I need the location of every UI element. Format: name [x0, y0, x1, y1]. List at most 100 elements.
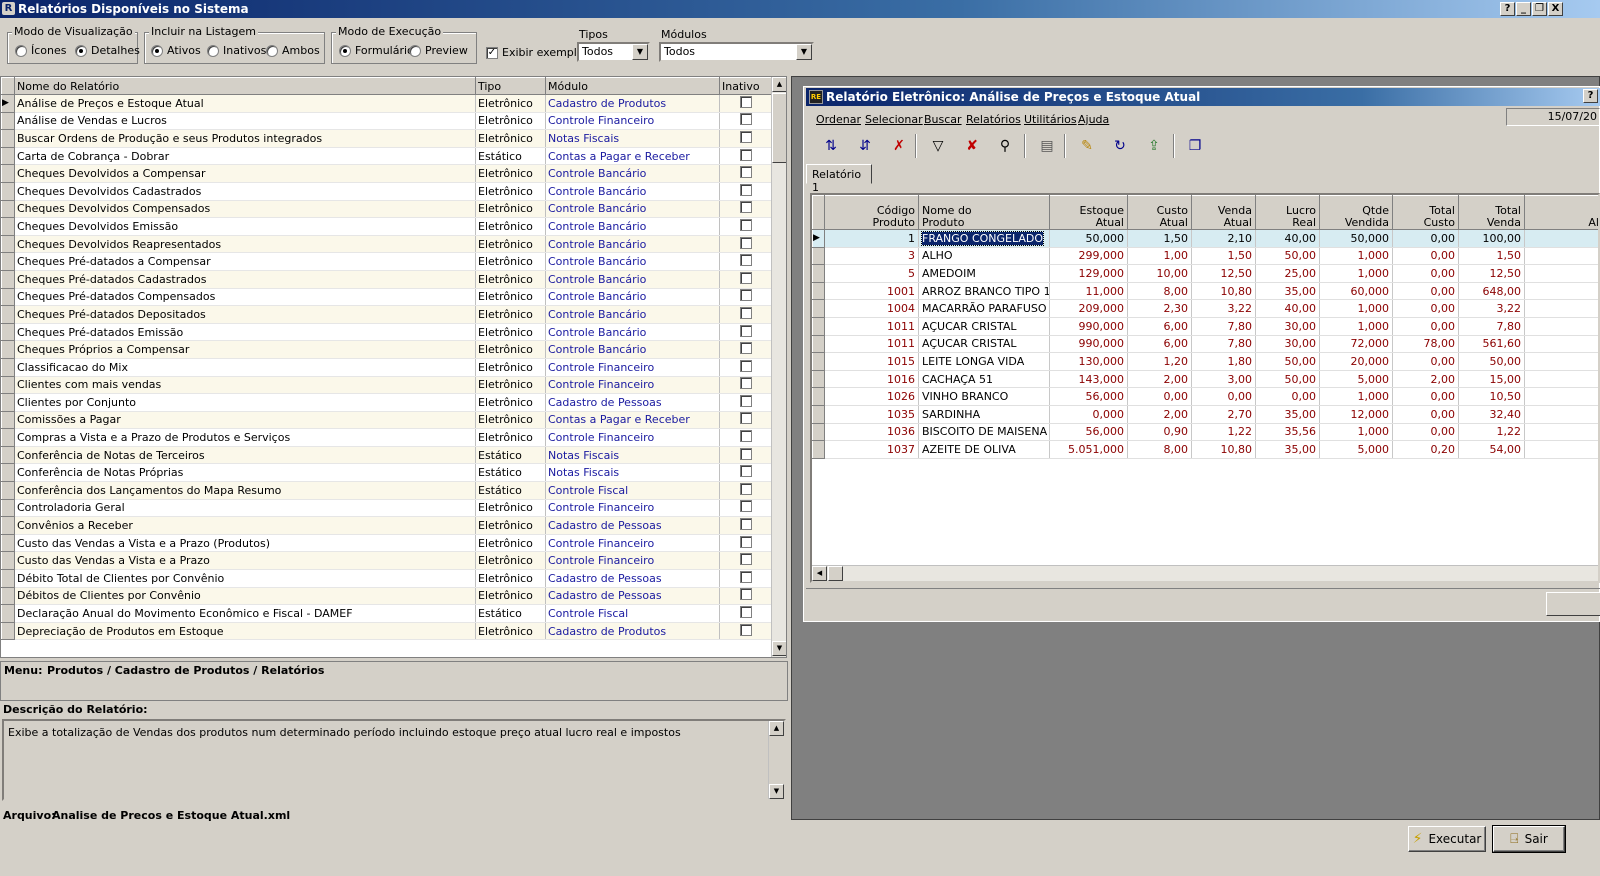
description-box[interactable]: Exibe a totalização de Vendas dos produt…: [2, 719, 786, 801]
inactive-checkbox[interactable]: [739, 271, 752, 284]
preview-col-header[interactable]: Estoque Atual: [1049, 195, 1128, 230]
types-select[interactable]: Todos ▼: [577, 42, 650, 62]
inactive-checkbox[interactable]: [739, 342, 752, 355]
clear-sort-icon[interactable]: ✗: [887, 134, 911, 158]
report-row[interactable]: Clientes por Conjunto Eletrônico Cadastro …: [1, 393, 772, 412]
preview-col-header[interactable]: Lucro Real: [1255, 195, 1320, 230]
report-row[interactable]: Buscar Ordens de Produção e seus Produto…: [1, 129, 772, 148]
inactive-checkbox[interactable]: [739, 482, 752, 495]
inactive-checkbox[interactable]: [739, 201, 752, 214]
preview-row[interactable]: 1016 CACHAÇA 51 143,000 2,00 3,00 50,00 5,000 2…: [812, 369, 1598, 389]
inactive-checkbox[interactable]: [739, 254, 752, 267]
scroll-down-icon[interactable]: ▼: [769, 784, 784, 799]
execute-button[interactable]: ⚡ Executar: [1408, 826, 1486, 852]
scroll-down-icon[interactable]: ▼: [772, 641, 786, 656]
preview-row[interactable]: 1026 VINHO BRANCO 56,000 0,00 0,00 0,00 1,000 0…: [812, 387, 1598, 406]
report-row[interactable]: Custo das Vendas a Vista e a Prazo Eletrô…: [1, 551, 772, 571]
report-row[interactable]: Cheques Devolvidos Cadastrados Eletrônico…: [1, 181, 772, 201]
filter-icon[interactable]: ▽: [926, 134, 950, 158]
report-row[interactable]: Cheques Devolvidos Compensados Eletrônico…: [1, 199, 772, 219]
inactive-checkbox[interactable]: [739, 412, 752, 425]
report-row[interactable]: Conferência de Notas de Terceiros Estátic…: [1, 445, 772, 465]
report-row[interactable]: Débito Total de Clientes por Convênio Ele…: [1, 569, 772, 588]
inactive-checkbox[interactable]: [739, 394, 752, 407]
report-row[interactable]: Cheques Pré-datados Compensados Eletrônic…: [1, 287, 772, 307]
exit-button[interactable]: ⍈ Sair: [1492, 825, 1566, 853]
inactive-checkbox[interactable]: [739, 535, 752, 548]
report-row[interactable]: Controladoria Geral Eletrônico Controle Fi…: [1, 498, 772, 518]
inactive-checkbox[interactable]: [739, 359, 752, 372]
inactive-checkbox[interactable]: [739, 623, 752, 636]
col-header-inactive[interactable]: Inativo: [719, 77, 772, 95]
inactive-checkbox[interactable]: [739, 236, 752, 249]
preview-col-header[interactable]: Qtde Vendida: [1319, 195, 1393, 230]
export-icon[interactable]: ⇪: [1142, 134, 1166, 158]
report-row[interactable]: Cheques Devolvidos a Compensar Eletrônico…: [1, 164, 772, 183]
report-row[interactable]: Cheques Pré-datados Cadastrados Eletrônic…: [1, 269, 772, 289]
col-header-name[interactable]: Nome do Relatório: [14, 77, 476, 95]
inactive-checkbox[interactable]: [739, 377, 752, 390]
report-row[interactable]: Cheques Pré-datados Depositados Eletrônic…: [1, 305, 772, 324]
columns-icon[interactable]: ▤: [1035, 134, 1059, 158]
report-list-scrollbar[interactable]: ▲ ▼: [771, 77, 786, 657]
preview-col-header[interactable]: Código Produto: [824, 195, 919, 230]
help-button[interactable]: ?: [1500, 2, 1515, 16]
scroll-thumb[interactable]: [828, 566, 843, 581]
inactive-checkbox[interactable]: [739, 447, 752, 460]
preview-row[interactable]: 1015 LEITE LONGA VIDA 130,000 1,20 1,80 50,00…: [812, 352, 1598, 371]
report-row[interactable]: Cheques Pré-datados Emissão Eletrônico Con…: [1, 322, 772, 342]
scroll-left-icon[interactable]: ◀: [812, 566, 827, 581]
scroll-up-icon[interactable]: ▲: [769, 721, 784, 736]
inactive-checkbox[interactable]: [739, 553, 752, 566]
preview-col-header[interactable]: Nome do Produto: [918, 195, 1050, 230]
inactive-checkbox[interactable]: [739, 148, 752, 161]
inactive-checkbox[interactable]: [739, 166, 752, 179]
preview-row[interactable]: ▶ 1 FRANGO CONGELADO 50,000 1,50 2,10 40,00 50,…: [812, 229, 1598, 248]
preview-row[interactable]: 5 AMEDOIM 129,000 10,00 12,50 25,00 1,000 0,00 1…: [812, 264, 1598, 283]
sort-asc-icon[interactable]: ⇅: [819, 134, 843, 158]
preview-row[interactable]: 1001 ARROZ BRANCO TIPO 1 11,000 8,00 10,80 35…: [812, 281, 1598, 301]
inactive-checkbox[interactable]: [739, 606, 752, 619]
menu-utilitarios[interactable]: Utilitários: [1024, 113, 1077, 126]
inactive-checkbox[interactable]: [739, 518, 752, 531]
preview-row[interactable]: 1036 BISCOITO DE MAISENA 56,000 0,90 1,22 35,…: [812, 422, 1598, 442]
report-row[interactable]: Conferência dos Lançamentos do Mapa Resu…: [1, 481, 772, 500]
inactive-checkbox[interactable]: [739, 183, 752, 196]
menu-ajuda[interactable]: Ajuda: [1078, 113, 1109, 126]
tab-relatorio-1[interactable]: Relatório 1: [806, 164, 872, 194]
preview-col-header[interactable]: Custo Atual: [1127, 195, 1192, 230]
description-scrollbar[interactable]: ▲ ▼: [768, 721, 784, 799]
preview-row[interactable]: 1011 AÇUCAR CRISTAL 990,000 6,00 7,80 30,00 1,…: [812, 316, 1598, 336]
report-row[interactable]: Conferência de Notas Próprias Estático Not…: [1, 463, 772, 483]
inactive-checkbox[interactable]: [739, 306, 752, 319]
inactive-checkbox[interactable]: [739, 130, 752, 143]
menu-relatorios[interactable]: Relatórios: [966, 113, 1021, 126]
preview-col-header[interactable]: Al: [1524, 195, 1598, 230]
scroll-thumb[interactable]: [772, 93, 786, 163]
report-row[interactable]: Convênios a Receber Eletrônico Cadastro de…: [1, 516, 772, 535]
modules-select[interactable]: Todos ▼: [659, 42, 814, 62]
show-example-checkbox[interactable]: ✓ Exibir exemplo: [486, 46, 584, 59]
preview-col-header[interactable]: Total Custo: [1392, 195, 1459, 230]
view-details-radio[interactable]: Detalhes: [75, 44, 140, 57]
scroll-up-icon[interactable]: ▲: [772, 77, 786, 92]
inactive-checkbox[interactable]: [739, 218, 752, 231]
menu-buscar[interactable]: Buscar: [924, 113, 962, 126]
report-row[interactable]: Declaração Anual do Movimento Econômico …: [1, 604, 772, 623]
exec-form-radio[interactable]: Formulário: [339, 44, 414, 57]
inactive-checkbox[interactable]: [739, 588, 752, 601]
preview-row[interactable]: 1037 AZEITE DE OLIVA 5.051,000 8,00 10,80 35,…: [812, 440, 1598, 459]
menu-ordenar[interactable]: Ordenar: [816, 113, 861, 126]
menu-selecionar[interactable]: Selecionar: [865, 113, 923, 126]
preview-hscrollbar[interactable]: ◀: [812, 565, 1598, 581]
preview-footer-button[interactable]: [1546, 592, 1600, 616]
binoculars-icon[interactable]: ⚲: [993, 134, 1017, 158]
refresh-icon[interactable]: ↻: [1108, 134, 1132, 158]
windows-icon[interactable]: ❐: [1183, 134, 1207, 158]
inactive-checkbox[interactable]: [739, 95, 752, 108]
report-row[interactable]: Cheques Devolvidos Emissão Eletrônico Cont…: [1, 217, 772, 236]
exec-preview-radio[interactable]: Preview: [409, 44, 468, 57]
preview-help-button[interactable]: ?: [1583, 89, 1598, 103]
edit-icon[interactable]: ✎: [1075, 134, 1099, 158]
inactive-checkbox[interactable]: [739, 289, 752, 302]
